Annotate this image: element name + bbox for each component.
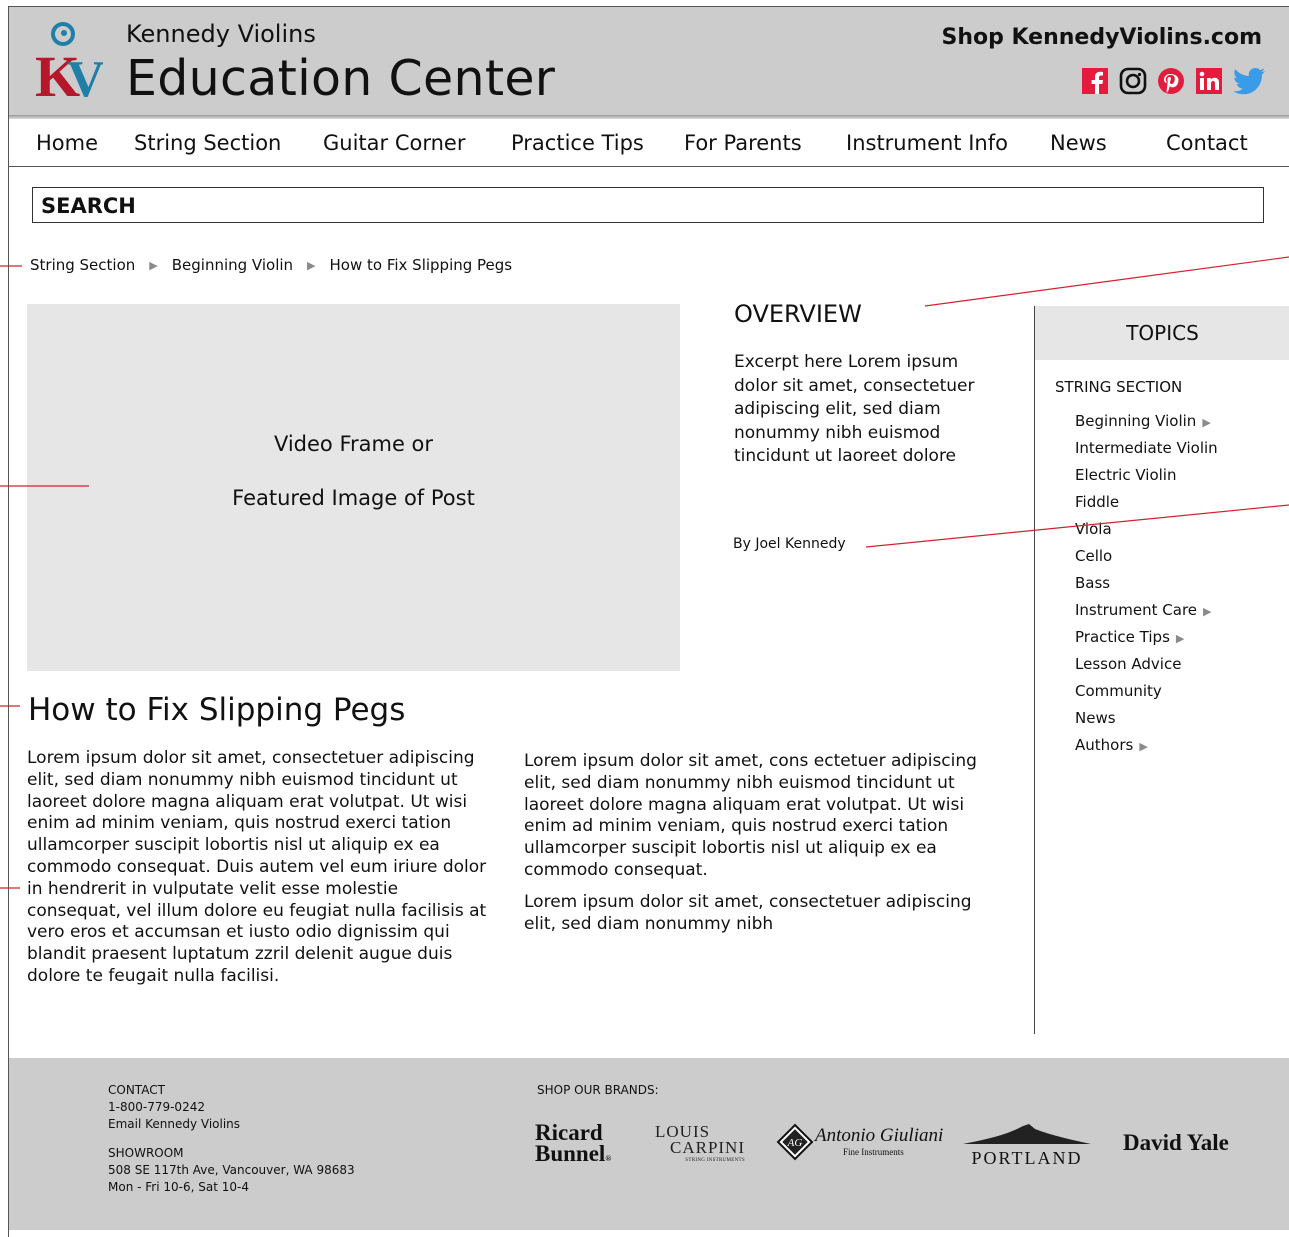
article-paragraph: Lorem ipsum dolor sit amet, consectetuer… <box>27 748 487 986</box>
pinterest-icon[interactable] <box>1156 66 1186 96</box>
sidebar-item-label: Viola <box>1075 520 1112 538</box>
article-column-2: Lorem ipsum dolor sit amet, cons ectetue… <box>524 751 994 945</box>
breadcrumb-item-string-section[interactable]: String Section <box>30 256 135 274</box>
expand-arrow-icon[interactable]: ▶ <box>1139 740 1147 753</box>
kv-logo[interactable]: K V <box>33 20 103 100</box>
nav-practice-tips[interactable]: Practice Tips <box>511 131 644 155</box>
brand-registered-mark: ® <box>605 1154 612 1163</box>
nav-for-parents[interactable]: For Parents <box>684 131 802 155</box>
brand-louis-carpini-logo[interactable]: LOUIS CARPINI STRING INSTRUMENTS <box>655 1122 745 1163</box>
expand-arrow-icon[interactable]: ▶ <box>1176 632 1184 645</box>
nav-string-section[interactable]: String Section <box>134 131 281 155</box>
sidebar-item[interactable]: Fiddle <box>1075 493 1218 520</box>
featured-media[interactable]: Video Frame or Featured Image of Post <box>27 304 680 671</box>
footer-contact: CONTACT 1-800-779-0242 Email Kennedy Vio… <box>108 1082 240 1133</box>
brand-portland-logo[interactable]: PORTLAND <box>963 1120 1091 1169</box>
search-input[interactable]: SEARCH <box>32 187 1264 223</box>
sidebar-item[interactable]: Practice Tips ▶ <box>1075 628 1218 655</box>
brand-logo-text: Ricard <box>535 1120 603 1145</box>
sidebar-item-label: Electric Violin <box>1075 466 1177 484</box>
article-paragraph: Lorem ipsum dolor sit amet, consectetuer… <box>524 891 972 934</box>
nav-news[interactable]: News <box>1050 131 1107 155</box>
shop-link[interactable]: Shop KennedyViolins.com <box>941 25 1262 50</box>
sidebar-item-label: Fiddle <box>1075 493 1120 511</box>
sidebar-item-label: Intermediate Violin <box>1075 439 1218 457</box>
social-icons <box>1080 66 1265 96</box>
footer-hours: Mon - Fri 10-6, Sat 10-4 <box>108 1180 249 1194</box>
sidebar-item-label: Practice Tips <box>1075 628 1170 646</box>
breadcrumb: String Section ▶ Beginning Violin ▶ How … <box>30 256 512 274</box>
sidebar-item-label: News <box>1075 709 1116 727</box>
sidebar-item-label: Bass <box>1075 574 1111 592</box>
sidebar-item[interactable]: Instrument Care ▶ <box>1075 601 1218 628</box>
page-title: Education Center <box>126 50 556 107</box>
sidebar-item[interactable]: News <box>1075 709 1218 736</box>
brand-david-yale-logo[interactable]: David Yale <box>1123 1130 1229 1156</box>
brand-logo-text: STRING INSTRUMENTS <box>685 1158 745 1163</box>
sidebar-item[interactable]: Cello <box>1075 547 1218 574</box>
author-byline[interactable]: By Joel Kennedy <box>733 536 846 552</box>
footer-showroom-label: SHOWROOM <box>108 1146 184 1160</box>
brand-logo-text: Antonio Giuliani <box>815 1125 944 1146</box>
diamond-emblem-icon: AG <box>776 1123 814 1161</box>
footer-address: 508 SE 117th Ave, Vancouver, WA 98683 <box>108 1163 355 1177</box>
sidebar-item-label: Authors <box>1075 736 1134 754</box>
header-divider <box>9 115 1289 119</box>
breadcrumb-item-current: How to Fix Slipping Pegs <box>329 256 513 274</box>
brand-ricard-bunnel-logo[interactable]: Ricard Bunnel® <box>535 1120 612 1169</box>
overview-excerpt: Excerpt here Lorem ipsum dolor sit amet,… <box>734 352 975 466</box>
footer-email-link[interactable]: Email Kennedy Violins <box>108 1116 240 1133</box>
sidebar-item[interactable]: Authors ▶ <box>1075 736 1218 763</box>
main-nav: Home String Section Guitar Corner Practi… <box>9 120 1289 167</box>
expand-arrow-icon[interactable]: ▶ <box>1202 416 1210 429</box>
sidebar-list: Beginning Violin ▶ Intermediate Violin Elec… <box>1075 412 1218 763</box>
article-column-1: Lorem ipsum dolor sit amet, consectetuer… <box>27 748 497 998</box>
breadcrumb-separator-icon: ▶ <box>307 258 316 272</box>
sidebar-item-label: Lesson Advice <box>1075 655 1182 673</box>
overview-heading: OVERVIEW <box>734 300 862 328</box>
nav-home[interactable]: Home <box>36 131 98 155</box>
nav-contact[interactable]: Contact <box>1166 131 1248 155</box>
brand-logo-text: Fine Instruments <box>843 1147 904 1157</box>
brand-logo-text: Bunnel <box>535 1141 606 1166</box>
article-title: How to Fix Slipping Pegs <box>28 692 406 728</box>
sidebar-item[interactable]: Lesson Advice <box>1075 655 1218 682</box>
breadcrumb-separator-icon: ▶ <box>149 258 158 272</box>
twitter-icon[interactable] <box>1232 66 1265 96</box>
footer-showroom: SHOWROOM 508 SE 117th Ave, Vancouver, WA… <box>108 1145 355 1196</box>
sidebar-item[interactable]: Intermediate Violin <box>1075 439 1218 466</box>
sidebar-item-label: Cello <box>1075 547 1113 565</box>
logo-v: V <box>67 51 103 100</box>
expand-arrow-icon[interactable]: ▶ <box>1203 605 1211 618</box>
breadcrumb-item-beginning-violin[interactable]: Beginning Violin <box>172 256 293 274</box>
sidebar-item-label: Instrument Care <box>1075 601 1198 619</box>
topics-sidebar: TOPICS STRING SECTION Beginning Violin ▶ I… <box>1034 306 1289 1034</box>
sidebar-item[interactable]: Bass <box>1075 574 1218 601</box>
mountain-icon <box>963 1124 1091 1144</box>
sidebar-item-label: Community <box>1075 682 1162 700</box>
article-paragraph: Lorem ipsum dolor sit amet, cons ectetue… <box>524 751 977 880</box>
sidebar-item[interactable]: Beginning Violin ▶ <box>1075 412 1218 439</box>
sidebar-title: TOPICS <box>1035 306 1289 360</box>
instagram-icon[interactable] <box>1118 66 1148 96</box>
footer-brands-label: SHOP OUR BRANDS: <box>537 1083 659 1097</box>
brand-logo-text: Bunnel® <box>535 1141 612 1169</box>
sidebar-item[interactable]: Community <box>1075 682 1218 709</box>
sidebar-item[interactable]: Viola <box>1075 520 1218 547</box>
brand-logo-text: PORTLAND <box>971 1148 1083 1168</box>
facebook-icon[interactable] <box>1080 66 1110 96</box>
nav-guitar-corner[interactable]: Guitar Corner <box>323 131 465 155</box>
sidebar-section-label[interactable]: STRING SECTION <box>1055 378 1182 396</box>
sidebar-item[interactable]: Electric Violin <box>1075 466 1218 493</box>
nav-instrument-info[interactable]: Instrument Info <box>846 131 1008 155</box>
media-placeholder-line2: Featured Image of Post <box>232 486 475 510</box>
linkedin-icon[interactable] <box>1194 66 1224 96</box>
brand-subtitle: Kennedy Violins <box>126 20 316 48</box>
footer-contact-label: CONTACT <box>108 1083 165 1097</box>
logo-scroll-dot <box>61 30 67 36</box>
emblem-monogram: AG <box>787 1137 803 1149</box>
footer-phone[interactable]: 1-800-779-0242 <box>108 1099 240 1116</box>
media-placeholder-line1: Video Frame or <box>273 432 434 456</box>
sidebar-item-label: Beginning Violin <box>1075 412 1197 430</box>
